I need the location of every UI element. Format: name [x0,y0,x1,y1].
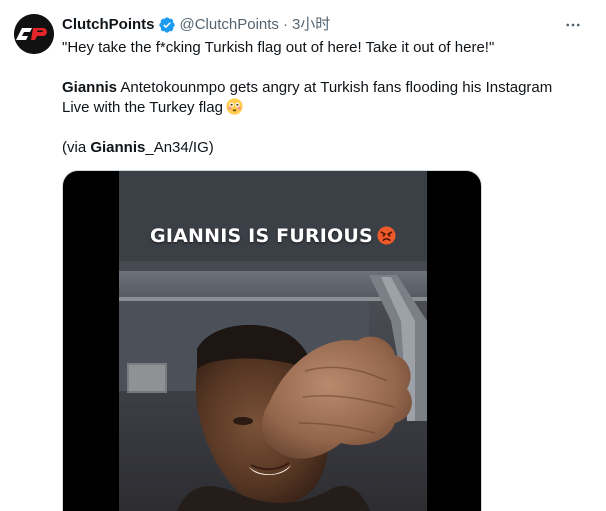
tweet-text-span: _An34/IG) [145,139,214,156]
tweet-text-bold: Giannis [62,79,118,96]
tweet-text-bold: Giannis [90,139,146,156]
angry-face-emoji-icon [377,226,396,245]
clutchpoints-logo-icon [14,14,54,54]
tweet-video[interactable]: GIANNIS IS FURIOUS [62,170,482,511]
tweet-text-span: (via [62,139,91,156]
tweet-text-span: Antetokounmpo gets angry at Turkish fans… [117,79,553,96]
overlay-caption-text: GIANNIS IS FURIOUS [150,225,373,247]
tweet-text-via: (via Giannis_An34/IG) [62,138,214,158]
video-still-image [119,171,427,511]
video-frame: GIANNIS IS FURIOUS [119,171,427,511]
verified-badge-icon [158,16,176,34]
flushed-face-emoji-icon [226,98,243,115]
tweet-header: ClutchPoints @ClutchPoints · 3小时 [62,14,330,36]
tweet-text-line: Live with the Turkey flag [62,98,243,118]
author-handle[interactable]: @ClutchPoints [180,15,279,35]
video-overlay-caption: GIANNIS IS FURIOUS [119,225,427,247]
tweet-text-line: Giannis Antetokounmpo gets angry at Turk… [62,78,552,98]
more-options-icon [566,23,580,27]
avatar[interactable] [14,14,54,54]
author-display-name[interactable]: ClutchPoints [62,15,155,35]
tweet-timestamp[interactable]: 3小时 [292,15,330,35]
tweet-card[interactable]: ClutchPoints @ClutchPoints · 3小时 "Hey ta… [0,0,606,511]
tweet-text-quote: "Hey take the f*cking Turkish flag out o… [62,39,495,56]
header-separator: · [282,16,288,33]
tweet-text-span: Live with the Turkey flag [62,99,223,116]
more-options-button[interactable] [560,14,586,36]
